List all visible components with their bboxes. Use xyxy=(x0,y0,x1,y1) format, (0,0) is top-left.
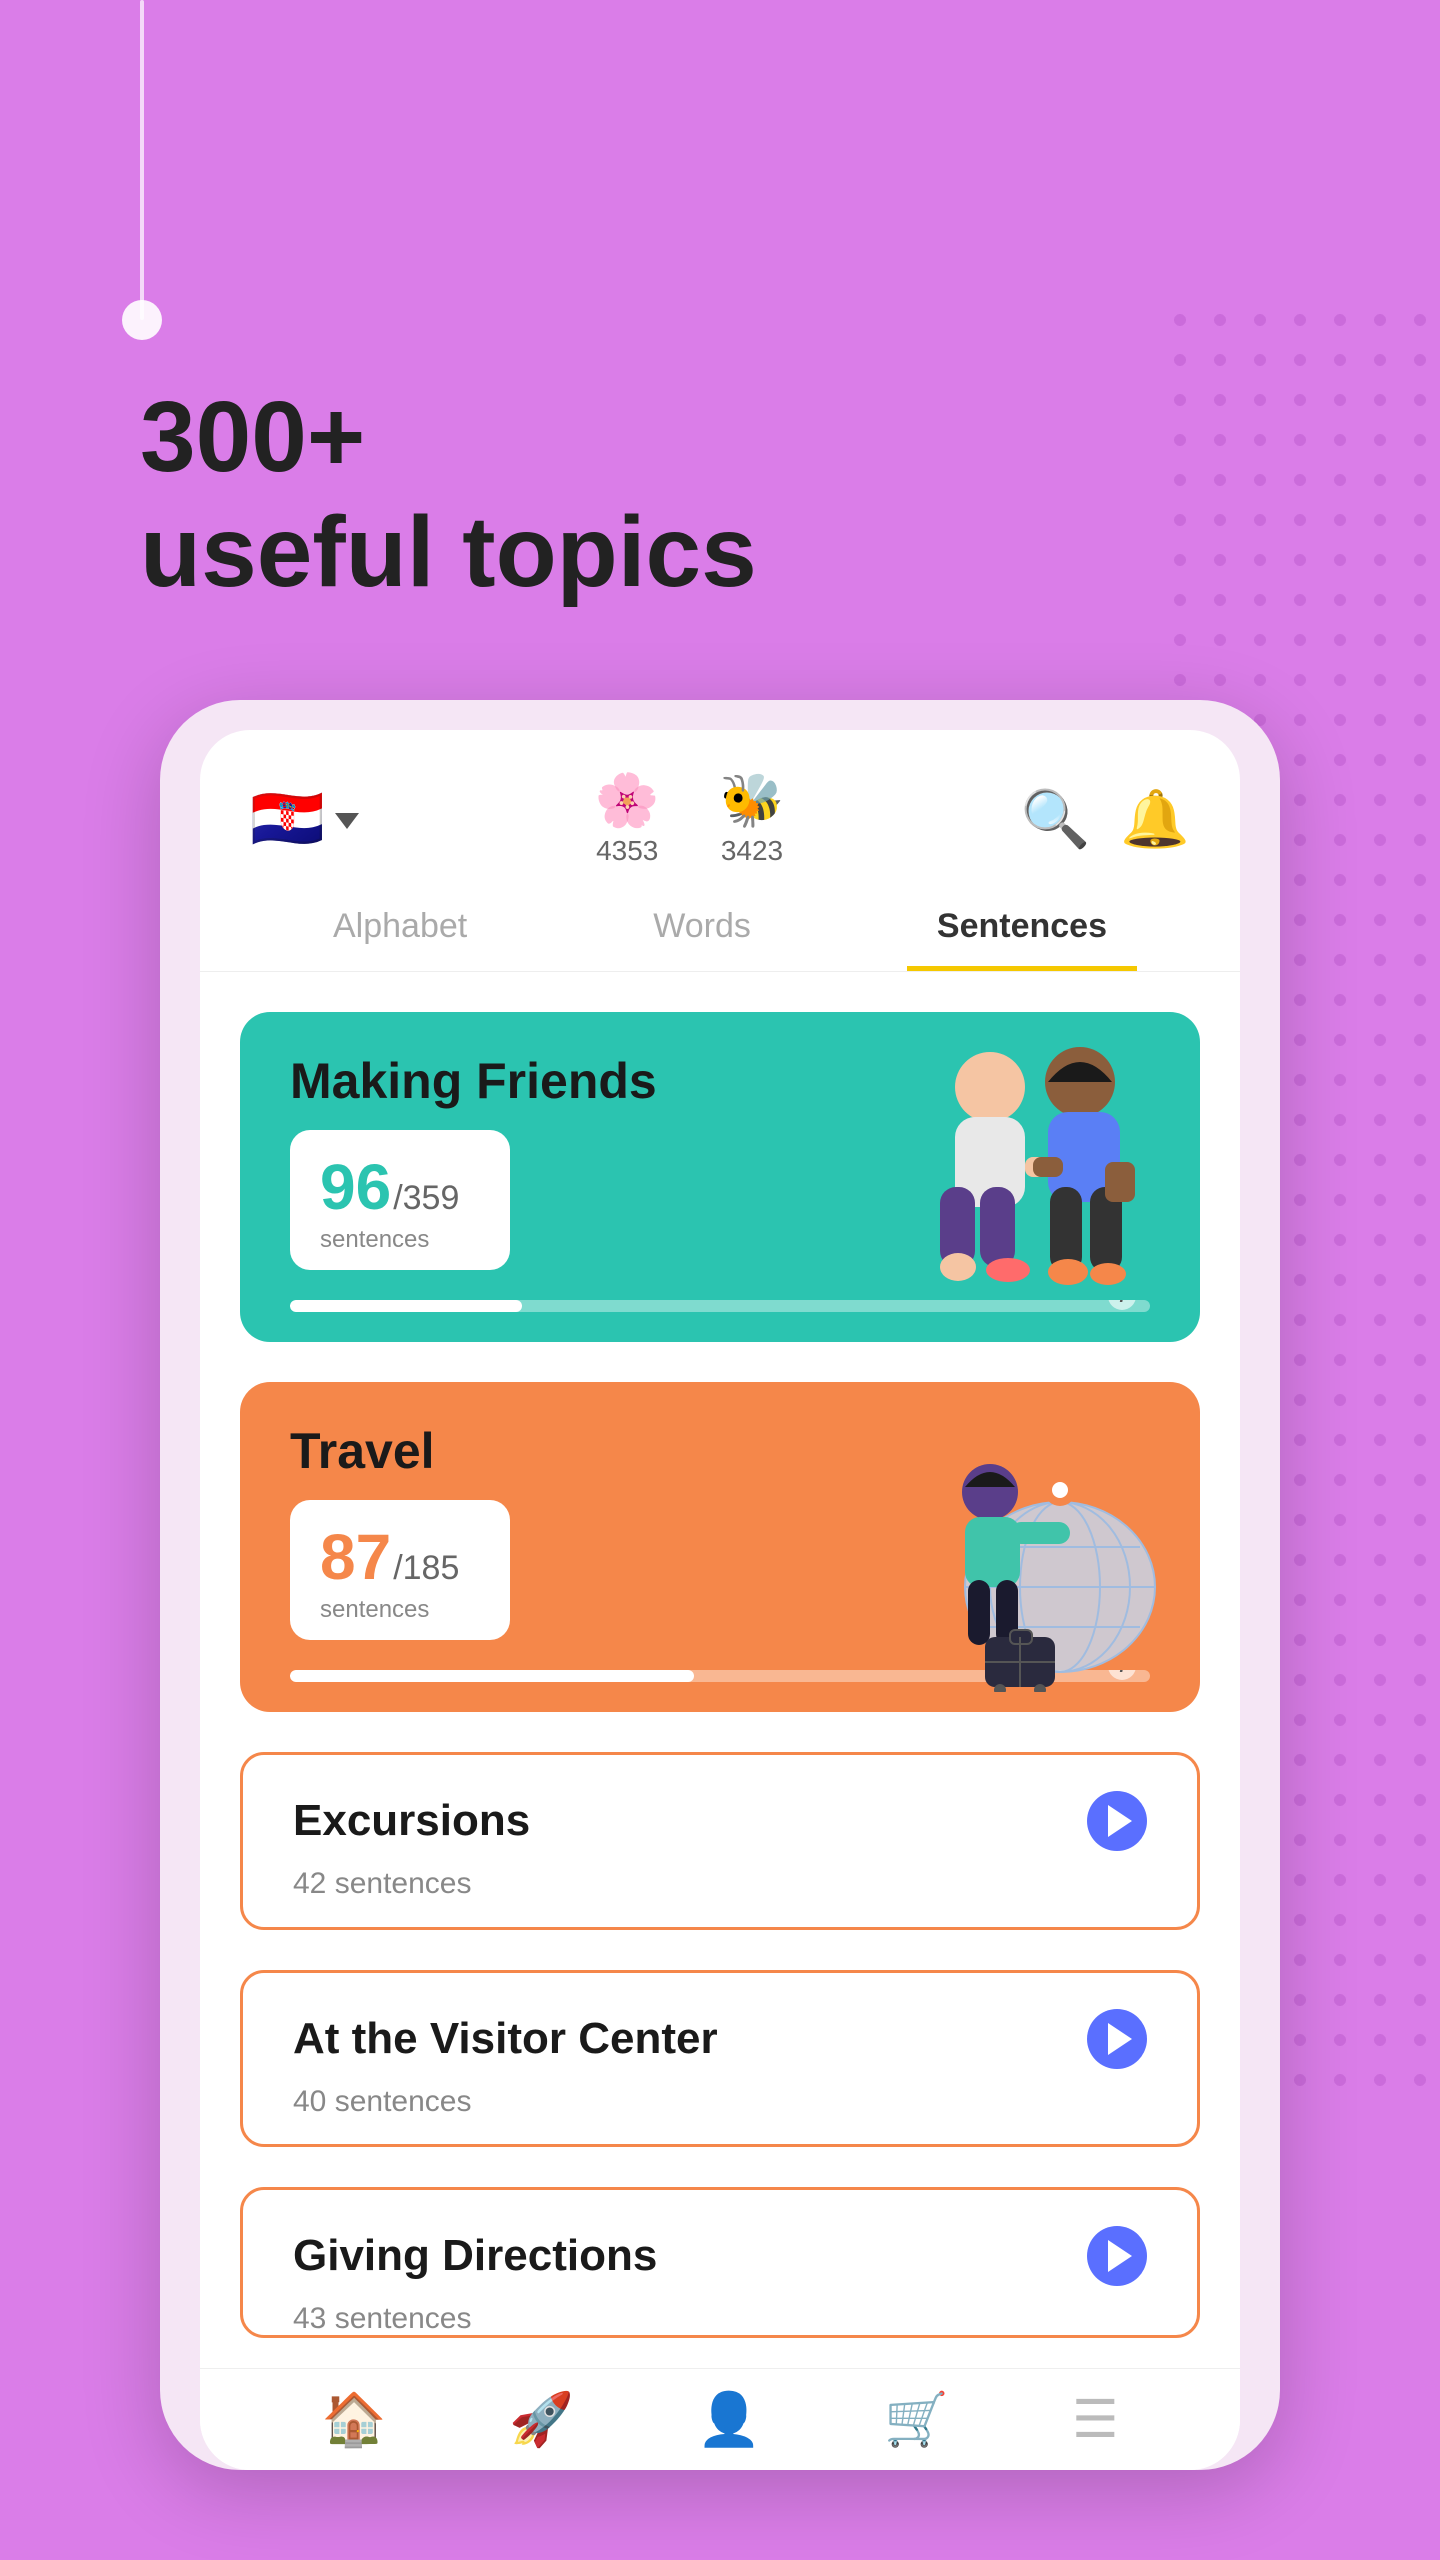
travel-illustration xyxy=(900,1432,1180,1692)
hero-title-line2: useful topics xyxy=(140,495,757,610)
header-actions: 🔍 🔔 xyxy=(1021,786,1190,852)
visitor-title: At the Visitor Center xyxy=(293,2014,718,2064)
visitor-progress-wrap: i xyxy=(243,2147,1197,2148)
visitor-center-card[interactable]: At the Visitor Center 40 sentences i xyxy=(240,1970,1200,2148)
top-line-decoration xyxy=(140,0,144,320)
tab-words[interactable]: Words xyxy=(623,887,781,971)
excursions-header: Excursions xyxy=(293,1791,1147,1851)
play-icon xyxy=(1108,2240,1132,2272)
visitor-play-button[interactable] xyxy=(1087,2009,1147,2069)
phone-mockup: 🇭🇷 🌸 4353 🐝 3423 🔍 🔔 Alphabet xyxy=(160,700,1280,2470)
making-friends-label: sentences xyxy=(320,1226,480,1254)
search-icon[interactable]: 🔍 xyxy=(1021,786,1091,852)
excursions-play-button[interactable] xyxy=(1087,1791,1147,1851)
play-icon xyxy=(1108,1805,1132,1837)
travel-total: /185 xyxy=(393,1549,459,1588)
nav-menu[interactable]: ☰ xyxy=(1072,2390,1119,2450)
nav-cart[interactable]: 🛒 xyxy=(884,2389,949,2450)
travel-progress-box: 87 /185 sentences xyxy=(290,1500,510,1640)
tab-sentences[interactable]: Sentences xyxy=(907,887,1137,971)
making-friends-current: 96 xyxy=(320,1150,391,1224)
chevron-down-icon xyxy=(335,813,359,829)
top-circle-decoration xyxy=(122,300,162,340)
bell-icon[interactable]: 🔔 xyxy=(1120,786,1190,852)
header-stats: 🌸 4353 🐝 3423 xyxy=(595,770,785,867)
tab-alphabet[interactable]: Alphabet xyxy=(303,887,497,971)
nav-home[interactable]: 🏠 xyxy=(321,2389,386,2450)
bee-stat: 🐝 3423 xyxy=(720,770,785,867)
hero-title-line1: 300+ xyxy=(140,380,757,495)
cart-icon: 🛒 xyxy=(884,2389,949,2450)
visitor-header: At the Visitor Center xyxy=(293,2009,1147,2069)
giving-directions-card[interactable]: Giving Directions 43 sentences xyxy=(240,2187,1200,2338)
bee-icon: 🐝 xyxy=(720,770,785,831)
travel-label: sentences xyxy=(320,1596,480,1624)
directions-play-button[interactable] xyxy=(1087,2226,1147,2286)
person-icon: 👤 xyxy=(697,2389,762,2450)
play-icon xyxy=(1108,2023,1132,2055)
flower-icon: 🌸 xyxy=(595,770,660,831)
hero-text: 300+ useful topics xyxy=(140,380,757,610)
flower-stat: 🌸 4353 xyxy=(595,770,660,867)
excursions-card[interactable]: Excursions 42 sentences i xyxy=(240,1752,1200,1930)
making-friends-total: /359 xyxy=(393,1179,459,1218)
phone-inner: 🇭🇷 🌸 4353 🐝 3423 🔍 🔔 Alphabet xyxy=(200,730,1240,2470)
travel-current: 87 xyxy=(320,1520,391,1594)
content-scroll[interactable]: Making Friends 96 /359 sentences i xyxy=(200,982,1240,2368)
bottom-nav: 🏠 🚀 👤 🛒 ☰ xyxy=(200,2368,1240,2470)
making-friends-progress-box: 96 /359 sentences xyxy=(290,1130,510,1270)
flag-icon: 🇭🇷 xyxy=(250,783,325,854)
app-header: 🇭🇷 🌸 4353 🐝 3423 🔍 🔔 xyxy=(200,730,1240,887)
visitor-count: 40 sentences xyxy=(293,2085,1147,2119)
making-friends-card[interactable]: Making Friends 96 /359 sentences i xyxy=(240,1012,1200,1342)
making-friends-fill xyxy=(290,1300,522,1312)
home-icon: 🏠 xyxy=(321,2389,386,2450)
directions-title: Giving Directions xyxy=(293,2231,657,2281)
menu-icon: ☰ xyxy=(1072,2390,1119,2450)
travel-fill xyxy=(290,1670,694,1682)
flower-count: 4353 xyxy=(596,835,658,867)
nav-person[interactable]: 👤 xyxy=(697,2389,762,2450)
friends-illustration xyxy=(880,1032,1180,1322)
bee-count: 3423 xyxy=(721,835,783,867)
directions-count: 43 sentences xyxy=(293,2302,1147,2336)
rocket-icon: 🚀 xyxy=(509,2389,574,2450)
excursions-title: Excursions xyxy=(293,1796,530,1846)
excursions-progress-wrap: i xyxy=(243,1929,1197,1930)
excursions-count: 42 sentences xyxy=(293,1867,1147,1901)
directions-header: Giving Directions xyxy=(293,2226,1147,2286)
travel-card[interactable]: Travel 87 /185 sentences i xyxy=(240,1382,1200,1712)
language-selector[interactable]: 🇭🇷 xyxy=(250,783,359,854)
nav-tabs: Alphabet Words Sentences xyxy=(200,887,1240,972)
nav-rocket[interactable]: 🚀 xyxy=(509,2389,574,2450)
